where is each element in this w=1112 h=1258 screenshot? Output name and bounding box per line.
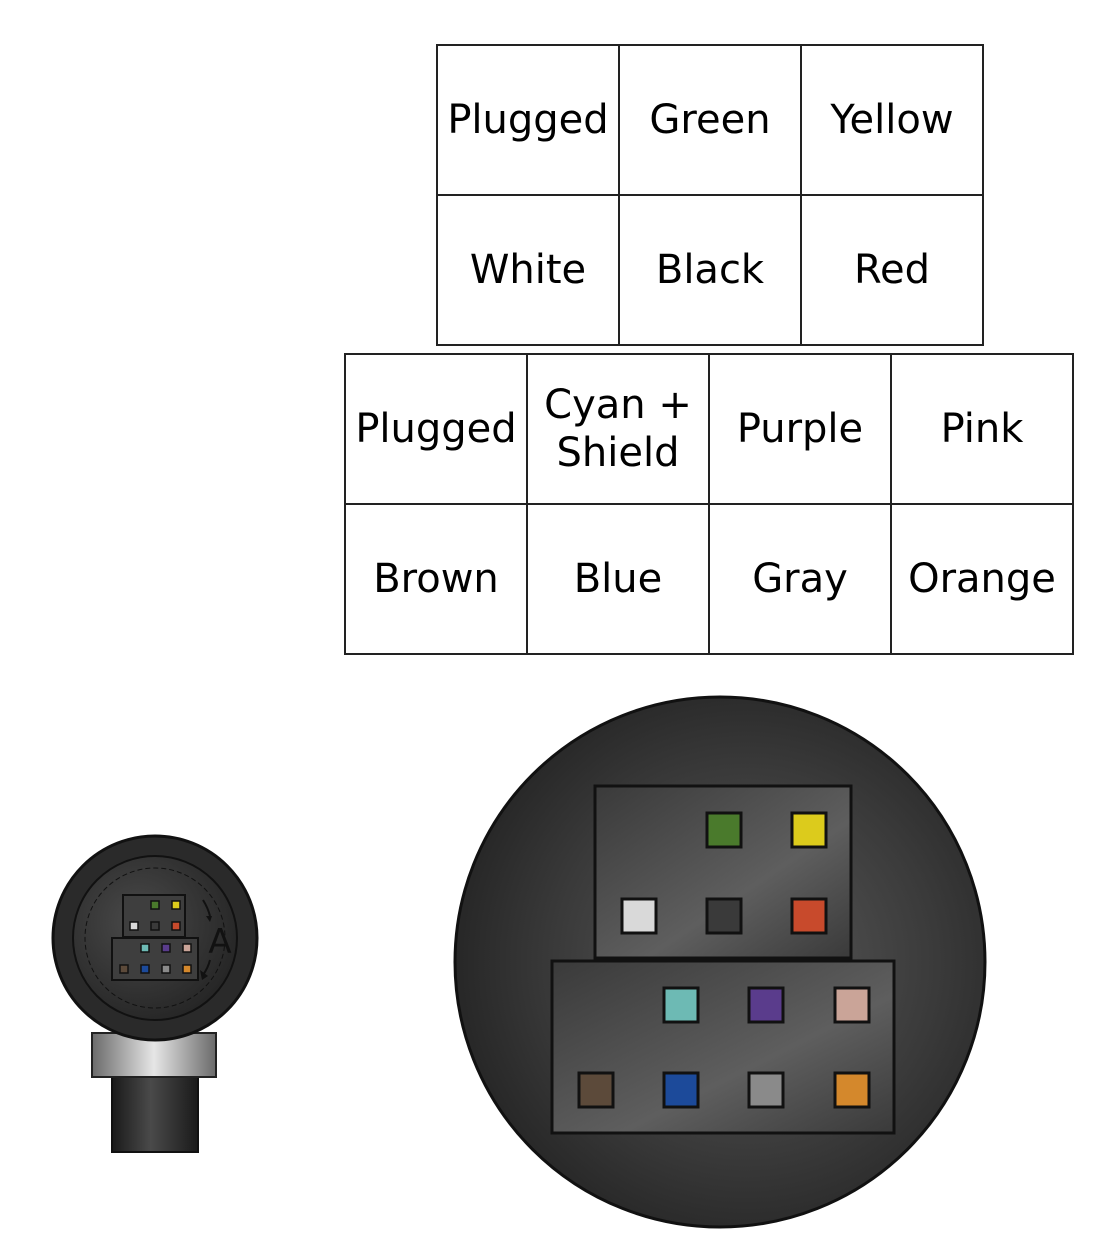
pin-brown	[119, 964, 129, 974]
pin-cell-black: Black	[618, 194, 802, 346]
pin-black	[705, 897, 743, 935]
table-row: White Black Red	[436, 194, 984, 346]
pin-orange	[833, 1071, 871, 1109]
pin-yellow	[171, 900, 181, 910]
pin-cell-plugged: Plugged	[436, 44, 620, 196]
upper-pin-table: Plugged Green Yellow White Black Red	[436, 44, 984, 346]
pin-pink	[182, 943, 192, 953]
pin-cell-blue: Blue	[526, 503, 710, 655]
pin-blue	[662, 1071, 700, 1109]
pin-pink	[833, 986, 871, 1024]
cable	[111, 1069, 199, 1153]
pin-white	[620, 897, 658, 935]
pin-cell-white: White	[436, 194, 620, 346]
pin-purple	[747, 986, 785, 1024]
pin-black	[150, 921, 160, 931]
pin-cyan	[662, 986, 700, 1024]
pin-cell-cyan-shield: Cyan + Shield	[526, 353, 710, 505]
large-connector-face	[453, 695, 987, 1229]
pin-red	[171, 921, 181, 931]
table-row: Plugged Green Yellow	[436, 44, 984, 196]
lower-pin-table: Plugged Cyan + Shield Purple Pink Brown …	[344, 353, 1074, 655]
pin-cell-red: Red	[800, 194, 984, 346]
pin-cell-purple: Purple	[708, 353, 892, 505]
pin-orange	[182, 964, 192, 974]
pin-purple	[161, 943, 171, 953]
pin-red	[790, 897, 828, 935]
pin-gray	[747, 1071, 785, 1109]
pin-cell-yellow: Yellow	[800, 44, 984, 196]
pin-cell-pink: Pink	[890, 353, 1074, 505]
pin-white	[129, 921, 139, 931]
pin-cyan	[140, 943, 150, 953]
pin-cell-orange: Orange	[890, 503, 1074, 655]
pin-cell-plugged: Plugged	[344, 353, 528, 505]
small-connector-illustration: A	[51, 834, 259, 1153]
table-row: Plugged Cyan + Shield Purple Pink	[344, 353, 1074, 505]
keying-letter: A	[208, 922, 231, 962]
pin-yellow	[790, 811, 828, 849]
pin-blue	[140, 964, 150, 974]
table-row: Brown Blue Gray Orange	[344, 503, 1074, 655]
pin-cell-gray: Gray	[708, 503, 892, 655]
pin-green	[705, 811, 743, 849]
pin-cell-green: Green	[618, 44, 802, 196]
pin-gray	[161, 964, 171, 974]
pin-brown	[577, 1071, 615, 1109]
pin-cell-brown: Brown	[344, 503, 528, 655]
pin-green	[150, 900, 160, 910]
